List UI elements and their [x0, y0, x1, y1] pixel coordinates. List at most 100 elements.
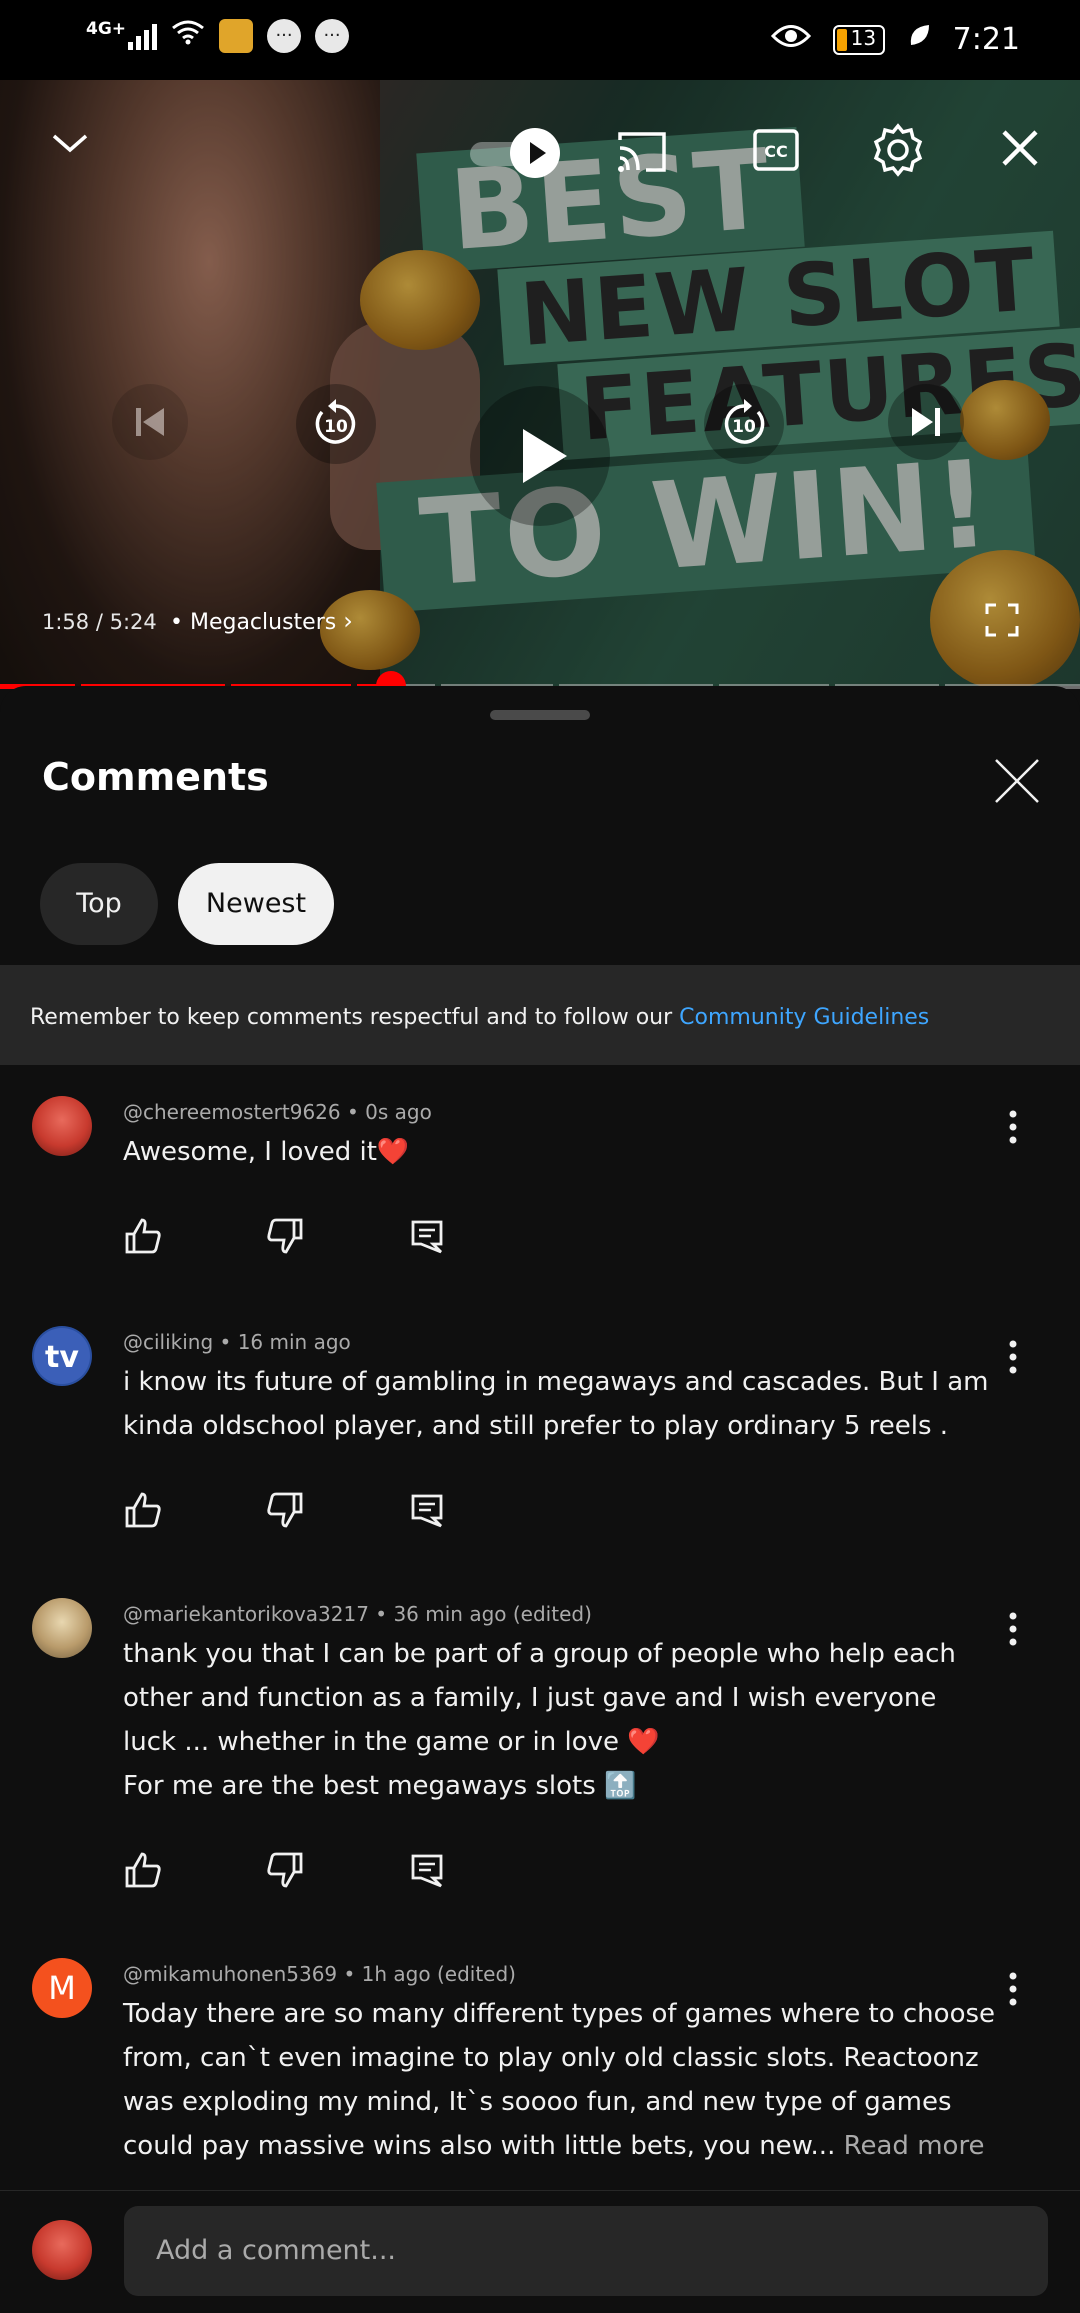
current-time: 1:58 [42, 610, 90, 634]
community-guidelines-link[interactable]: Community Guidelines [679, 1005, 929, 1030]
status-bar-right: 13 7:21 [770, 22, 1020, 57]
comment-line: was exploding my mind, It`s soooo fun, a… [123, 2087, 952, 2117]
rewind-button[interactable]: 10 [296, 384, 376, 464]
reply-icon [411, 1220, 443, 1254]
autoplay-toggle[interactable] [470, 128, 570, 178]
reply-button[interactable] [407, 1216, 549, 1256]
read-more-link[interactable]: Read more [844, 2131, 985, 2161]
comment-line: Today there are so many different types … [123, 1999, 996, 2029]
dislike-button[interactable] [265, 1216, 407, 1256]
close-icon [995, 759, 1039, 803]
battery-level: 13 [850, 25, 877, 50]
filter-chip-newest[interactable]: Newest [178, 863, 334, 945]
play-icon [523, 429, 567, 483]
svg-text:CC: CC [764, 142, 787, 161]
more-vert-icon [1009, 1340, 1017, 1374]
settings-button[interactable] [872, 122, 924, 182]
thumbs-up-icon [125, 1218, 161, 1254]
filter-chip-top[interactable]: Top [40, 863, 158, 945]
cast-icon [618, 132, 666, 172]
avatar[interactable]: tv [32, 1326, 92, 1386]
forward-seconds: 10 [732, 417, 756, 437]
notice-text: Remember to keep comments respectful and… [30, 1005, 673, 1030]
fullscreen-icon [985, 603, 1019, 637]
comment-actions [123, 1490, 549, 1530]
comment-line: could pay massive wins also with little … [123, 2124, 1003, 2168]
next-video-button[interactable] [888, 384, 964, 460]
more-options-button[interactable] [1008, 1340, 1028, 1378]
comment-line: For me are the best megaways slots 🔝 [123, 1771, 637, 1801]
drag-handle[interactable] [490, 710, 590, 720]
more-vert-icon [1009, 1972, 1017, 2006]
eye-comfort-icon [770, 22, 811, 57]
chapter-title: • Megaclusters [170, 610, 337, 635]
comment-line: kinda oldschool player, and still prefer… [123, 1411, 949, 1441]
comment-author[interactable]: @chereemostert9626 • 0s ago [123, 1100, 432, 1124]
chapter-button[interactable]: • Megaclusters › [170, 607, 353, 635]
previous-video-button[interactable] [112, 384, 188, 460]
cast-button[interactable] [616, 126, 668, 182]
fullscreen-button[interactable] [984, 602, 1020, 642]
more-options-button[interactable] [1008, 1110, 1028, 1148]
forward-button[interactable]: 10 [704, 384, 784, 464]
chevron-down-icon [52, 134, 88, 153]
like-button[interactable] [123, 1850, 265, 1890]
comment-actions [123, 1216, 549, 1256]
signal-icon [128, 22, 158, 50]
dislike-button[interactable] [265, 1850, 407, 1890]
avatar-letter: M [48, 1969, 76, 2007]
thumbs-down-icon [267, 1492, 303, 1528]
reply-button[interactable] [407, 1850, 549, 1890]
add-comment-input[interactable]: Add a comment... [124, 2206, 1048, 2296]
chevron-right-icon: › [343, 607, 353, 635]
app-notification-icon [219, 18, 254, 53]
dislike-button[interactable] [265, 1490, 407, 1530]
battery-icon: 13 [832, 24, 885, 55]
forward-10-icon: 10 [724, 399, 765, 444]
captions-button[interactable]: CC [752, 128, 800, 176]
comment-line: i know its future of gambling in megaway… [123, 1367, 989, 1397]
reply-icon [411, 1854, 443, 1888]
avatar[interactable] [32, 1096, 92, 1156]
svg-text:tv: tv [45, 1340, 79, 1375]
avatar[interactable] [32, 1598, 92, 1658]
guidelines-notice-text: Remember to keep comments respectful and… [30, 1005, 929, 1030]
reply-button[interactable] [407, 1490, 549, 1530]
play-icon [510, 128, 560, 178]
more-options-button[interactable] [1008, 1972, 1028, 2010]
message-notification-icon: ··· [267, 18, 302, 53]
total-time: 5:24 [109, 610, 157, 634]
like-button[interactable] [123, 1216, 265, 1256]
close-comments-button[interactable] [992, 756, 1042, 806]
comment-author[interactable]: @mariekantorikova3217 • 36 min ago (edit… [123, 1602, 592, 1626]
thumbs-up-icon [125, 1852, 161, 1888]
comment-line: other and function as a family, I just g… [123, 1683, 937, 1713]
minimize-player-button[interactable] [50, 130, 90, 160]
comments-title: Comments [42, 755, 269, 799]
reply-icon [411, 1494, 443, 1528]
skip-next-icon [912, 408, 940, 436]
comment-line: Awesome, I loved it❤️ [123, 1137, 410, 1167]
skip-previous-icon [136, 408, 164, 436]
time-separator: / [95, 610, 103, 634]
comment-text: i know its future of gambling in megaway… [123, 1360, 1003, 1448]
close-icon [1002, 130, 1038, 166]
leaf-icon [907, 22, 931, 57]
avatar[interactable]: M [32, 1958, 92, 2018]
comment-line: luck ... whether in the game or in love … [123, 1727, 660, 1757]
thumbs-down-icon [267, 1852, 303, 1888]
video-player[interactable]: BEST NEW SLOT FEATURES TO WIN! CC 10 10 [0, 80, 1080, 686]
close-player-button[interactable] [1000, 128, 1040, 172]
like-button[interactable] [123, 1490, 265, 1530]
comment-author[interactable]: @ciliking • 16 min ago [123, 1330, 351, 1354]
more-options-button[interactable] [1008, 1612, 1028, 1650]
comment-line: thank you that I can be part of a group … [123, 1639, 956, 1669]
comment-author[interactable]: @mikamuhonen5369 • 1h ago (edited) [123, 1962, 516, 1986]
play-pause-button[interactable] [470, 386, 610, 526]
comment-actions [123, 1850, 549, 1890]
comment-text: Today there are so many different types … [123, 1992, 1003, 2168]
rewind-10-icon: 10 [315, 399, 356, 444]
comment-line-text: could pay massive wins also with little … [123, 2131, 836, 2161]
comment-line: from, can`t even imagine to play only ol… [123, 2043, 979, 2073]
closed-captions-icon: CC [753, 129, 799, 171]
